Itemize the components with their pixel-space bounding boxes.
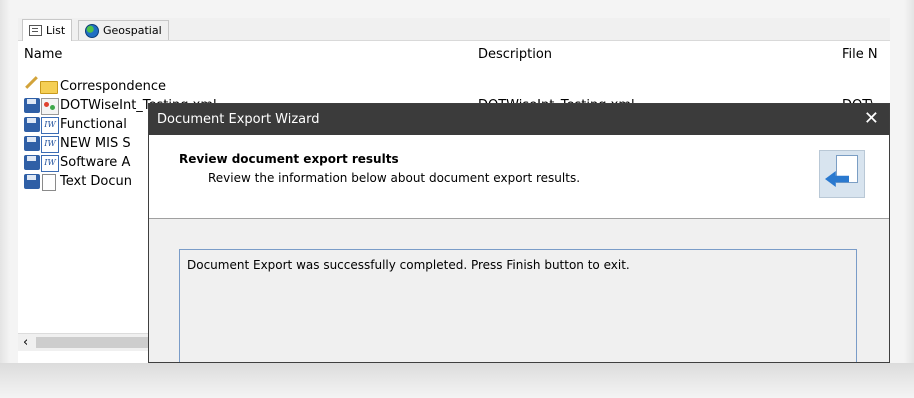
document-export-wizard-dialog: Document Export Wizard ✕ Review document… — [148, 103, 890, 363]
tab-list-label: List — [46, 24, 66, 37]
disk-icon — [24, 174, 40, 189]
disk-icon — [24, 98, 40, 113]
scroll-thumb[interactable] — [36, 337, 154, 348]
export-results-message: Document Export was successfully complet… — [187, 258, 630, 272]
close-icon[interactable]: ✕ — [864, 108, 879, 129]
wizard-header: Review document export results Review th… — [149, 135, 889, 219]
tab-list[interactable]: List — [22, 19, 73, 41]
wizard-subheading: Review the information below about docum… — [208, 171, 581, 185]
dialog-title: Document Export Wizard — [157, 112, 320, 127]
disk-icon — [24, 117, 40, 132]
export-wizard-icon — [819, 150, 865, 198]
view-tabstrip: List Geospatial — [18, 18, 890, 41]
globe-icon — [85, 23, 99, 38]
list-item-name: Software A — [60, 155, 131, 170]
list-icon — [29, 25, 42, 36]
iw-document-icon: IW — [41, 155, 59, 172]
screenshot-bottom-edge — [0, 363, 914, 398]
column-header-file[interactable]: File N — [842, 47, 878, 65]
list-item-correspondence[interactable]: Correspondence — [18, 76, 890, 97]
list-item-name: Text Docun — [60, 174, 133, 189]
wizard-heading: Review document export results — [179, 152, 399, 166]
list-item-name: NEW MIS S — [60, 136, 131, 151]
dialog-titlebar[interactable]: Document Export Wizard ✕ — [149, 104, 889, 135]
column-header-name[interactable]: Name — [24, 47, 62, 65]
iw-document-icon: IW — [41, 117, 59, 134]
xml-icon — [41, 98, 59, 115]
pencil-icon — [25, 76, 38, 89]
tab-geospatial[interactable]: Geospatial — [78, 20, 169, 40]
folder-icon — [40, 81, 58, 94]
tab-geospatial-label: Geospatial — [103, 24, 162, 37]
column-header-description[interactable]: Description — [478, 47, 552, 65]
list-item-name: Functional — [60, 117, 127, 132]
export-results-box[interactable]: Document Export was successfully complet… — [179, 249, 857, 362]
disk-icon — [24, 136, 40, 151]
list-item-name: Correspondence — [60, 79, 167, 94]
text-document-icon — [42, 174, 56, 191]
horizontal-scrollbar[interactable]: ‹ — [18, 333, 158, 351]
iw-document-icon: IW — [41, 136, 59, 153]
scroll-left-icon[interactable]: ‹ — [23, 335, 28, 350]
disk-icon — [24, 155, 40, 170]
